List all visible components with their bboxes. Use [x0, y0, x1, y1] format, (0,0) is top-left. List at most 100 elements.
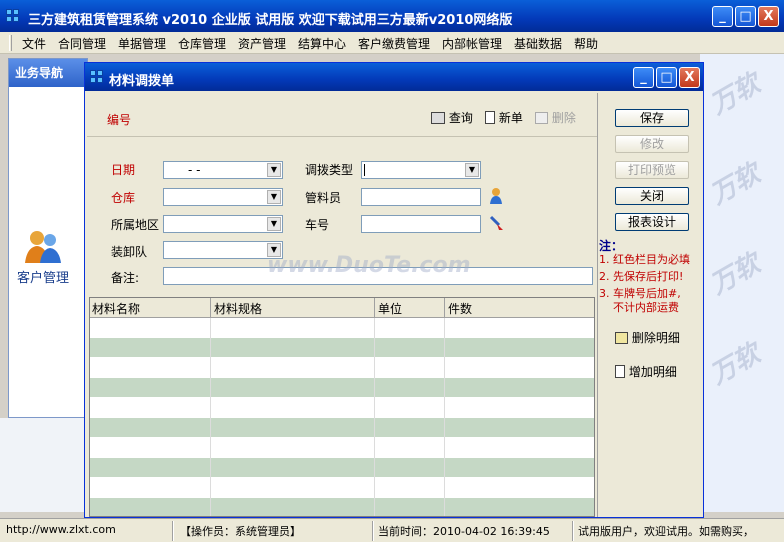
watermark-logo: 万软 — [705, 338, 766, 391]
close-dialog-button[interactable]: 关闭 — [615, 187, 689, 205]
menu-customer-payment[interactable]: 客户缴费管理 — [358, 35, 430, 52]
save-button[interactable]: 保存 — [615, 109, 689, 127]
note-item: 2. 先保存后打印! — [599, 270, 684, 283]
menu-documents[interactable]: 单据管理 — [118, 35, 166, 52]
dialog-icon — [90, 70, 104, 84]
table-row[interactable] — [90, 438, 594, 458]
print-preview-button[interactable]: 打印预览 — [615, 161, 689, 179]
date-label: 日期 — [111, 163, 136, 177]
app-title: 三方建筑租赁管理系统 v2010 企业版 试用版 欢迎下载试用三方最新v2010… — [28, 13, 513, 28]
status-bar: http://www.zlxt.com 【操作员：系统管理员】 当前时间：201… — [0, 518, 784, 542]
grid-column-line — [374, 318, 375, 516]
detail-grid[interactable]: 材料名称 材料规格 单位 件数 — [89, 297, 595, 517]
panel-divider — [597, 93, 598, 517]
code-label: 编号 — [107, 113, 132, 127]
watermark-logo: 万软 — [705, 68, 766, 121]
date-picker[interactable]: - - ▼ — [163, 161, 283, 179]
region-select[interactable]: ▼ — [163, 215, 283, 233]
column-header[interactable]: 材料名称 — [92, 300, 140, 317]
menu-help[interactable]: 帮助 — [574, 35, 598, 52]
menu-basic-data[interactable]: 基础数据 — [514, 35, 562, 52]
add-detail-label: 增加明细 — [628, 365, 677, 379]
chevron-down-icon[interactable]: ▼ — [465, 163, 479, 177]
maximize-button[interactable]: □ — [735, 6, 756, 27]
query-label: 查询 — [448, 111, 473, 125]
delete-detail-button[interactable]: 删除明细 — [615, 329, 680, 346]
delete-detail-label: 删除明细 — [631, 331, 680, 345]
nav-panel-title: 业务导航 — [15, 66, 64, 80]
printer-icon — [431, 112, 445, 124]
dialog-titlebar: 材料调拨单 — [85, 63, 703, 91]
dialog-maximize-button[interactable]: □ — [656, 67, 677, 88]
menu-assets[interactable]: 资产管理 — [238, 35, 286, 52]
report-design-button[interactable]: 报表设计 — [615, 213, 689, 231]
dialog-close-button[interactable]: X — [679, 67, 700, 88]
column-header[interactable]: 材料规格 — [214, 300, 262, 317]
close-button[interactable]: X — [758, 6, 779, 27]
transfer-type-select[interactable]: ▼ — [361, 161, 481, 179]
status-url: http://www.zlxt.com — [6, 523, 116, 536]
chevron-down-icon[interactable]: ▼ — [267, 163, 281, 177]
query-button[interactable]: 查询 — [431, 109, 473, 126]
user-picker-icon[interactable] — [489, 187, 503, 205]
customer-management-icon[interactable] — [23, 229, 63, 265]
workspace-background: 万软 万软 万软 万软 — [700, 54, 784, 512]
modify-button[interactable]: 修改 — [615, 135, 689, 153]
app-icon — [6, 9, 20, 23]
customer-management-label[interactable]: 客户管理 — [17, 267, 69, 286]
watermark-logo: 万软 — [705, 248, 766, 301]
transfer-dialog: 材料调拨单 _ □ X 编号 查询 新单 删除 日期 - - ▼ 仓库 ▼ 所属… — [84, 62, 704, 518]
new-button[interactable]: 新单 — [485, 109, 523, 126]
delete-label: 删除 — [551, 111, 576, 125]
menu-bar: 文件 合同管理 单据管理 仓库管理 资产管理 结算中心 客户缴费管理 内部帐管理… — [0, 32, 784, 54]
table-row[interactable] — [90, 498, 594, 516]
dialog-title: 材料调拨单 — [109, 74, 175, 89]
table-row[interactable] — [90, 378, 594, 398]
delete-row-icon — [615, 332, 628, 344]
chevron-down-icon[interactable]: ▼ — [267, 217, 281, 231]
watermark-logo: 万软 — [705, 158, 766, 211]
grid-column-line — [210, 318, 211, 516]
car-number-input[interactable] — [361, 215, 481, 233]
date-value: - - — [188, 163, 201, 177]
remark-label: 备注: — [111, 271, 140, 285]
status-time: 当前时间：2010-04-02 16:39:45 — [378, 525, 550, 538]
column-header[interactable]: 单位 — [378, 300, 402, 317]
table-row[interactable] — [90, 338, 594, 358]
minimize-button[interactable]: _ — [712, 6, 733, 27]
delete-icon — [535, 112, 548, 124]
watermark-text: www.DuoTe.com — [267, 253, 471, 278]
nav-panel-header: 业务导航 — [9, 59, 87, 87]
loader-team-label: 装卸队 — [111, 245, 148, 259]
keeper-label: 管料员 — [305, 191, 342, 205]
add-detail-button[interactable]: 增加明细 — [615, 363, 677, 380]
menu-warehouse[interactable]: 仓库管理 — [178, 35, 226, 52]
table-row[interactable] — [90, 478, 594, 498]
warehouse-select[interactable]: ▼ — [163, 188, 283, 206]
delete-button[interactable]: 删除 — [535, 109, 576, 126]
table-row[interactable] — [90, 318, 594, 338]
menu-file[interactable]: 文件 — [22, 35, 46, 52]
grid-header: 材料名称 材料规格 单位 件数 — [90, 298, 594, 318]
menu-internal-accounts[interactable]: 内部帐管理 — [442, 35, 502, 52]
new-document-icon — [485, 111, 495, 124]
table-row[interactable] — [90, 398, 594, 418]
clear-brush-icon[interactable] — [489, 215, 505, 231]
workspace-background-bottom — [0, 418, 84, 512]
warehouse-label: 仓库 — [111, 191, 136, 205]
chevron-down-icon[interactable]: ▼ — [267, 190, 281, 204]
table-row[interactable] — [90, 358, 594, 378]
keeper-input[interactable] — [361, 188, 481, 206]
status-message: 试用版用户，欢迎试用。如需购买， — [578, 525, 754, 538]
menu-settlement[interactable]: 结算中心 — [298, 35, 346, 52]
note-item: 1. 红色栏目为必填 — [599, 253, 690, 266]
region-label: 所属地区 — [111, 218, 160, 232]
loader-team-select[interactable]: ▼ — [163, 241, 283, 259]
menu-contract[interactable]: 合同管理 — [58, 35, 106, 52]
table-row[interactable] — [90, 458, 594, 478]
column-header[interactable]: 件数 — [448, 300, 472, 317]
app-titlebar: 三方建筑租赁管理系统 v2010 企业版 试用版 欢迎下载试用三方最新v2010… — [0, 0, 784, 32]
car-number-label: 车号 — [305, 218, 330, 232]
table-row[interactable] — [90, 418, 594, 438]
dialog-minimize-button[interactable]: _ — [633, 67, 654, 88]
